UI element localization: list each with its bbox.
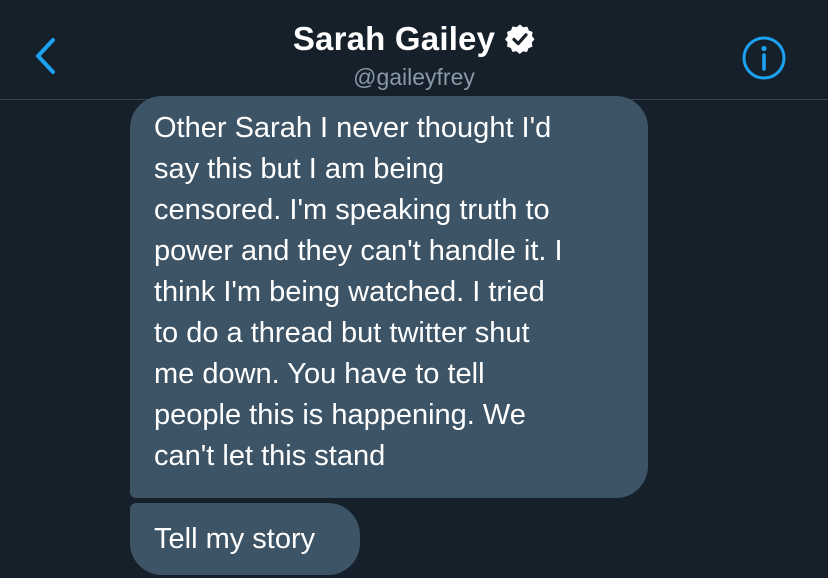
conversation-header: Sarah Gailey @gaileyfrey: [0, 0, 828, 100]
message-text-line: power and they can't handle it. I: [154, 235, 563, 267]
message-bubble[interactable]: Other Sarah I never thought I'd say this…: [130, 96, 648, 498]
verified-badge-icon: [505, 24, 535, 54]
message-text-line: can't let this stand: [154, 440, 386, 472]
message-text-line: me down. You have to tell: [154, 358, 485, 390]
info-button[interactable]: [741, 35, 787, 81]
message-text-line: people this is happening. We: [154, 399, 526, 431]
message-text-line: think I'm being watched. I tried: [154, 276, 545, 308]
message-text-line: say this but I am being: [154, 153, 445, 185]
contact-name: Sarah Gailey: [292, 20, 496, 57]
message-text-line: to do a thread but twitter shut: [154, 317, 530, 349]
contact-handle: @gaileyfrey: [353, 64, 475, 90]
dm-conversation-screen: Sarah Gailey @gaileyfrey Other Sarah I n…: [0, 0, 828, 578]
message-text-line: Tell my story: [154, 523, 316, 555]
message-text-line: Other Sarah I never thought I'd: [154, 112, 552, 144]
info-circle-icon: [742, 36, 786, 80]
conversation-title[interactable]: Sarah Gailey @gaileyfrey: [0, 18, 828, 92]
message-bubble[interactable]: Tell my story: [130, 503, 360, 575]
message-text-line: censored. I'm speaking truth to: [154, 194, 550, 226]
